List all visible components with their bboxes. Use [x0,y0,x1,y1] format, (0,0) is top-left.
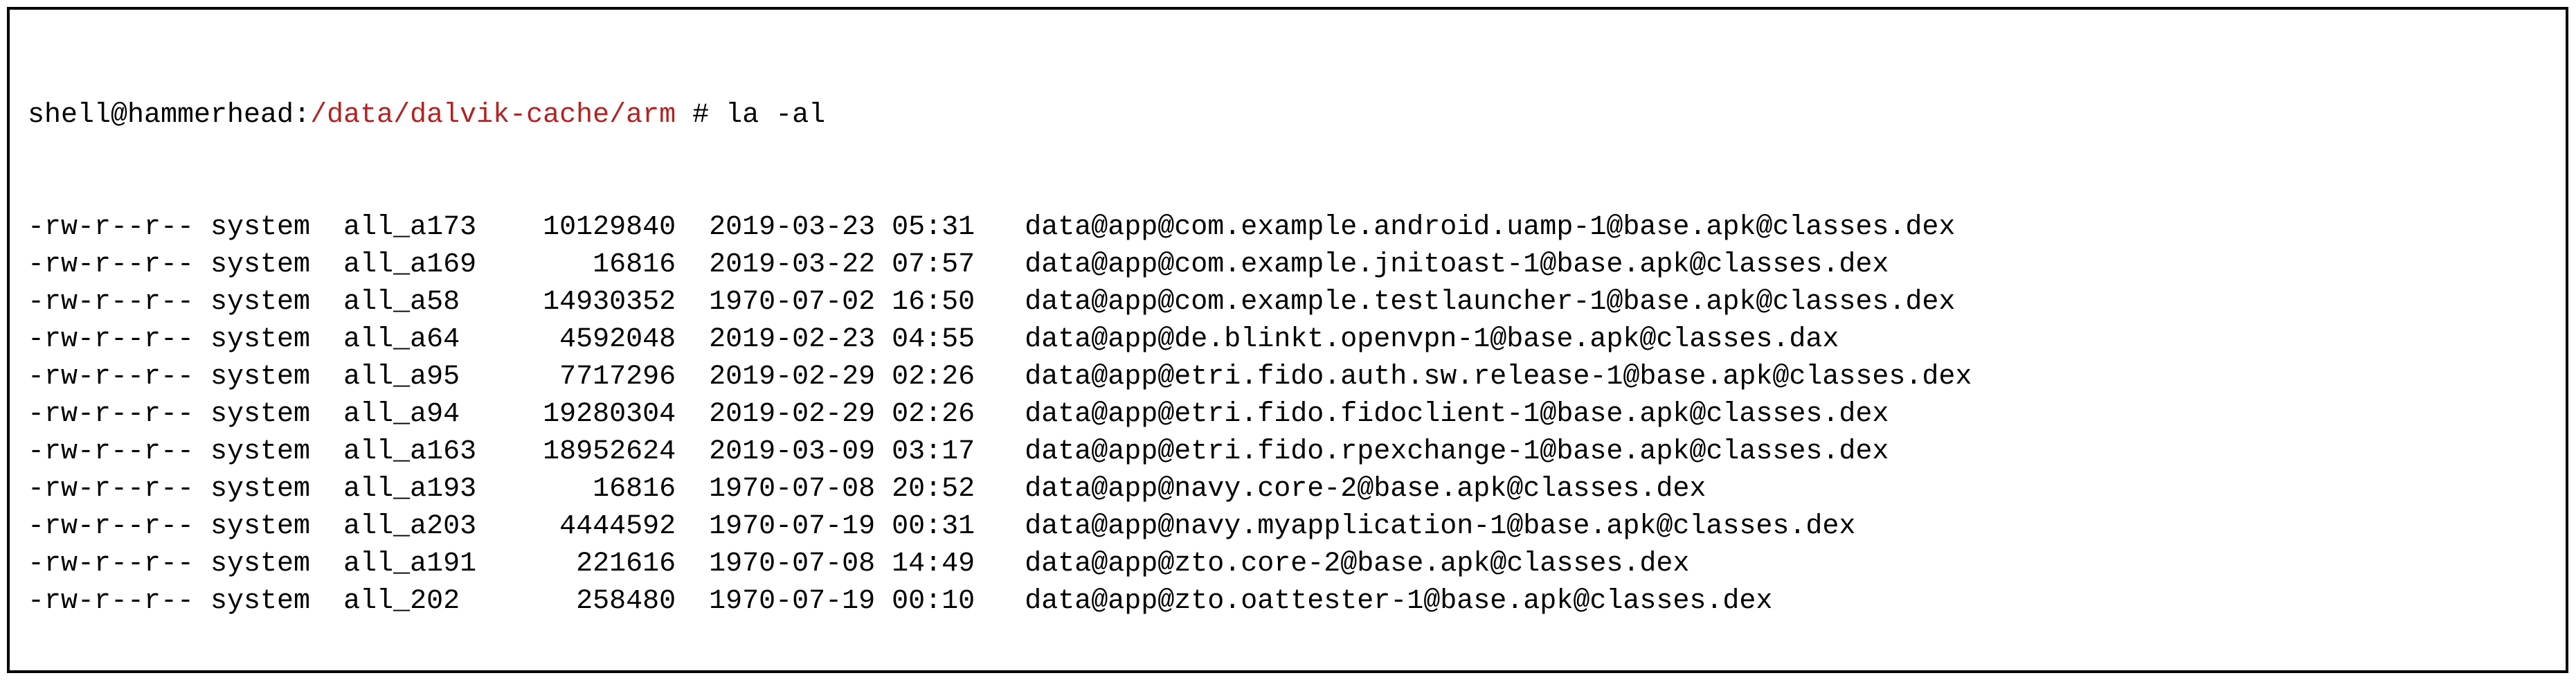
file-row: -rw-r--r--systemall_a94192803042019-02-2… [28,396,2548,433]
file-name: data@app@com.example.android.uamp-1@base… [1025,209,2548,247]
file-owner: system [210,396,343,433]
file-size: 7717296 [510,359,709,396]
file-permissions: -rw-r--r-- [28,284,210,321]
file-permissions: -rw-r--r-- [28,247,210,284]
file-time: 02:26 [892,359,1025,396]
file-permissions: -rw-r--r-- [28,321,210,359]
file-time: 07:57 [892,247,1025,284]
file-name: data@app@com.example.testlauncher-1@base… [1025,284,2548,321]
file-row: -rw-r--r--systemall_a169168162019-03-220… [28,247,2548,284]
file-row: -rw-r--r--systemall_a163189526242019-03-… [28,433,2548,471]
file-date: 2019-03-22 [709,247,892,284]
file-group: all_a203 [343,508,510,546]
file-row: -rw-r--r--systemall_a6445920482019-02-23… [28,321,2548,359]
file-permissions: -rw-r--r-- [28,546,210,583]
file-permissions: -rw-r--r-- [28,508,210,546]
file-name: data@app@navy.core-2@base.apk@classes.de… [1025,471,2548,508]
file-permissions: -rw-r--r-- [28,433,210,471]
file-row: -rw-r--r--systemall_a1912216161970-07-08… [28,546,2548,583]
file-owner: system [210,471,343,508]
file-group: all_a94 [343,396,510,433]
file-date: 2019-03-09 [709,433,892,471]
prompt-path: /data/dalvik-cache/arm [310,97,676,134]
file-owner: system [210,433,343,471]
file-date: 2019-02-29 [709,359,892,396]
file-size: 10129840 [510,209,709,247]
file-time: 03:17 [892,433,1025,471]
file-date: 2019-02-29 [709,396,892,433]
file-group: all_a58 [343,284,510,321]
file-date: 1970-07-19 [709,508,892,546]
file-date: 2019-03-23 [709,209,892,247]
file-group: all_a64 [343,321,510,359]
file-group: all_202 [343,583,510,620]
file-date: 1970-07-19 [709,583,892,620]
file-time: 00:31 [892,508,1025,546]
file-name: data@app@etri.fido.auth.sw.release-1@bas… [1025,359,2548,396]
file-group: all_a163 [343,433,510,471]
file-name: data@app@zto.core-2@base.apk@classes.dex [1025,546,2548,583]
file-owner: system [210,321,343,359]
file-size: 4592048 [510,321,709,359]
terminal-output: shell@hammerhead:/data/dalvik-cache/arm … [7,7,2568,673]
file-name: data@app@navy.myapplication-1@base.apk@c… [1025,508,2548,546]
file-size: 16816 [510,471,709,508]
file-permissions: -rw-r--r-- [28,209,210,247]
file-permissions: -rw-r--r-- [28,471,210,508]
file-owner: system [210,359,343,396]
file-time: 00:10 [892,583,1025,620]
file-permissions: -rw-r--r-- [28,583,210,620]
file-size: 14930352 [510,284,709,321]
file-permissions: -rw-r--r-- [28,396,210,433]
file-row: -rw-r--r--systemall_2022584801970-07-190… [28,583,2548,620]
prompt-host: shell@hammerhead: [28,97,310,134]
file-size: 16816 [510,247,709,284]
file-date: 1970-07-08 [709,471,892,508]
file-owner: system [210,583,343,620]
file-name: data@app@etri.fido.fidoclient-1@base.apk… [1025,396,2548,433]
file-owner: system [210,209,343,247]
file-row: -rw-r--r--systemall_a9577172962019-02-29… [28,359,2548,396]
file-permissions: -rw-r--r-- [28,359,210,396]
file-size: 258480 [510,583,709,620]
file-size: 19280304 [510,396,709,433]
file-name: data@app@etri.fido.rpexchange-1@base.apk… [1025,433,2548,471]
prompt-separator: # [676,97,726,134]
file-date: 1970-07-02 [709,284,892,321]
file-group: all_a95 [343,359,510,396]
file-group: all_a193 [343,471,510,508]
file-time: 14:49 [892,546,1025,583]
file-date: 2019-02-23 [709,321,892,359]
file-row: -rw-r--r--systemall_a173101298402019-03-… [28,209,2548,247]
file-row: -rw-r--r--systemall_a58149303521970-07-0… [28,284,2548,321]
file-owner: system [210,284,343,321]
file-row: -rw-r--r--systemall_a20344445921970-07-1… [28,508,2548,546]
file-owner: system [210,247,343,284]
file-group: all_a169 [343,247,510,284]
file-group: all_a191 [343,546,510,583]
file-time: 05:31 [892,209,1025,247]
file-name: data@app@com.example.jnitoast-1@base.apk… [1025,247,2548,284]
prompt-command: la -al [726,97,825,134]
file-name: data@app@zto.oattester-1@base.apk@classe… [1025,583,2548,620]
file-owner: system [210,546,343,583]
file-size: 4444592 [510,508,709,546]
file-listing: -rw-r--r--systemall_a173101298402019-03-… [28,209,2548,620]
file-time: 04:55 [892,321,1025,359]
file-size: 221616 [510,546,709,583]
file-row: -rw-r--r--systemall_a193168161970-07-082… [28,471,2548,508]
file-size: 18952624 [510,433,709,471]
file-time: 20:52 [892,471,1025,508]
file-time: 16:50 [892,284,1025,321]
prompt-line: shell@hammerhead:/data/dalvik-cache/arm … [28,97,2548,134]
file-owner: system [210,508,343,546]
file-name: data@app@de.blinkt.openvpn-1@base.apk@cl… [1025,321,2548,359]
file-time: 02:26 [892,396,1025,433]
file-group: all_a173 [343,209,510,247]
file-date: 1970-07-08 [709,546,892,583]
